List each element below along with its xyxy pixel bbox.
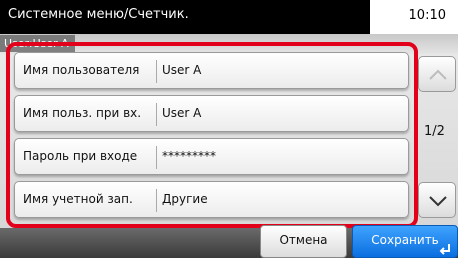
clock: 10:10 (408, 8, 446, 23)
row-separator (156, 103, 157, 126)
row-login-user-name[interactable]: Имя польз. при вх. User A (14, 95, 409, 132)
row-value: Другие (162, 192, 208, 206)
row-value: User A (162, 63, 202, 77)
row-account-name[interactable]: Имя учетной зап. Другие (14, 181, 409, 218)
row-label: Имя польз. при вх. (23, 106, 142, 120)
row-label: Имя учетной зап. (23, 192, 133, 206)
row-login-password[interactable]: Пароль при входе ********* (14, 138, 409, 175)
row-value: ********* (162, 149, 216, 163)
title-bar: Системное меню/Счетчик. 10:10 (0, 0, 458, 34)
page-title: Системное меню/Счетчик. (0, 0, 370, 34)
row-value: User A (162, 106, 202, 120)
save-button[interactable]: Сохранить (352, 225, 458, 258)
save-button-label: Сохранить (371, 233, 439, 247)
row-separator (156, 60, 157, 83)
enter-icon (439, 244, 450, 255)
scroll-up-button[interactable] (418, 56, 456, 92)
chevron-down-icon (429, 196, 447, 207)
cancel-button[interactable]: Отмена (260, 225, 347, 258)
chevron-up-icon (429, 69, 447, 80)
row-label: Пароль при входе (23, 149, 138, 163)
scroll-down-button[interactable] (418, 182, 456, 218)
page-indicator: 1/2 (424, 124, 445, 139)
row-separator (156, 189, 157, 212)
row-separator (156, 146, 157, 169)
row-label: Имя пользователя (23, 63, 140, 77)
row-user-name[interactable]: Имя пользователя User A (14, 52, 409, 89)
